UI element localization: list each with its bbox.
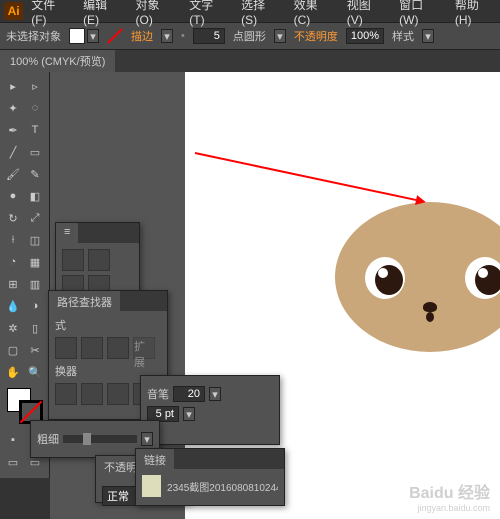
blend-tool[interactable]: ◑ (25, 296, 45, 316)
pen-tool[interactable]: ✒ (3, 120, 23, 140)
menu-edit[interactable]: 编辑(E) (77, 0, 127, 30)
selection-status: 未选择对象 (6, 28, 61, 44)
stroke-label: 描边 (131, 28, 153, 44)
symbol-tool[interactable]: ✲ (3, 318, 23, 338)
magic-wand-tool[interactable]: ✦ (3, 98, 23, 118)
artwork-mouth (426, 312, 434, 322)
brush-dropdown[interactable]: ▾ (274, 29, 286, 43)
style-dropdown[interactable]: ▾ (422, 29, 434, 43)
link-filename[interactable]: 2345截图20160808102442... (167, 479, 278, 494)
weight-dd[interactable]: ▾ (141, 432, 153, 446)
width-tool[interactable]: ⟊ (3, 230, 23, 250)
shape-mode-label: 式 (55, 317, 161, 333)
align-left[interactable] (62, 249, 84, 271)
style-label: 样式 (392, 28, 414, 44)
graph-tool[interactable]: ▯ (25, 318, 45, 338)
opacity-field[interactable]: 100% (346, 28, 384, 44)
weight-slider[interactable] (63, 435, 137, 443)
slice-tool[interactable]: ✂ (25, 340, 45, 360)
artwork-eye-right (465, 257, 500, 299)
screen-mode[interactable]: ▭ (3, 452, 23, 472)
document-tabs: 100% (CMYK/预览) (0, 50, 500, 72)
menu-object[interactable]: 对象(O) (130, 0, 182, 30)
toolbox: ▸▹ ✦◌ ✒T ╱▭ 🖌✎ ●◧ ↻⤢ ⟊◫ ◔▦ ⊞▥ 💧◑ ✲▯ ▢✂ ✋… (0, 72, 50, 478)
menu-file[interactable]: 文件(F) (25, 0, 75, 30)
eyedropper-tool[interactable]: 💧 (3, 296, 23, 316)
gradient-tool[interactable]: ▥ (25, 274, 45, 294)
line-tool[interactable]: ╱ (3, 142, 23, 162)
annotation-arrow (195, 152, 420, 202)
watermark: Baidu 经验 jingyan.baidu.com (409, 479, 490, 513)
link-thumbnail (142, 475, 161, 497)
intersect[interactable] (107, 337, 129, 359)
mesh-tool[interactable]: ⊞ (3, 274, 23, 294)
fill-stroke-indicator[interactable] (7, 388, 43, 424)
artboard-tool[interactable]: ▢ (3, 340, 23, 360)
menu-effect[interactable]: 效果(C) (288, 0, 339, 30)
trim[interactable] (81, 383, 103, 405)
eraser-tool[interactable]: ◧ (25, 186, 45, 206)
scale-tool[interactable]: ⤢ (25, 208, 45, 228)
artwork-eye-left (365, 257, 405, 299)
weight-label: 粗细 (37, 431, 59, 447)
artwork-nose (423, 302, 437, 312)
lasso-tool[interactable]: ◌ (25, 98, 45, 118)
divide[interactable] (55, 383, 77, 405)
menu-help[interactable]: 帮助(H) (449, 0, 500, 30)
blob-tool[interactable]: ● (3, 186, 23, 206)
links-panel[interactable]: 链接 2345截图20160808102442... (135, 448, 285, 506)
direct-select-tool[interactable]: ▹ (25, 76, 45, 96)
menu-bar: Ai 文件(F) 编辑(E) 对象(O) 文字(T) 选择(S) 效果(C) 视… (0, 0, 500, 22)
expand-btn[interactable]: 扩展 (133, 337, 155, 359)
menu-text[interactable]: 文字(T) (183, 0, 233, 30)
artwork-character[interactable] (335, 202, 500, 352)
limit-dd[interactable]: ▾ (183, 407, 195, 421)
stroke-swatch[interactable] (107, 28, 123, 44)
stroke-panel[interactable]: 音笔 20 ▾ 5 pt ▾ (140, 375, 280, 445)
menu-select[interactable]: 选择(S) (235, 0, 285, 30)
perspective-tool[interactable]: ▦ (25, 252, 45, 272)
corner-value[interactable]: 20 (173, 386, 205, 402)
pathfinder-tab[interactable]: 路径查找器 (49, 291, 120, 311)
type-tool[interactable]: T (25, 120, 45, 140)
corner-label: 音笔 (147, 386, 169, 402)
free-transform-tool[interactable]: ◫ (25, 230, 45, 250)
align-tab[interactable]: ≡ (56, 223, 78, 243)
shape-builder-tool[interactable]: ◔ (3, 252, 23, 272)
rectangle-tool[interactable]: ▭ (25, 142, 45, 162)
selection-tool[interactable]: ▸ (3, 76, 23, 96)
color-mode[interactable]: ▪ (3, 430, 23, 450)
document-tab[interactable]: 100% (CMYK/预览) (0, 50, 115, 72)
point-value-field[interactable]: 5 (193, 28, 225, 44)
stroke-weight-dropdown[interactable]: ▾ (161, 29, 173, 43)
brush-tool[interactable]: 🖌 (3, 164, 23, 184)
align-center[interactable] (88, 249, 110, 271)
rotate-tool[interactable]: ↻ (3, 208, 23, 228)
point-unit: 点圆形 (233, 28, 266, 44)
pencil-tool[interactable]: ✎ (25, 164, 45, 184)
minus-front[interactable] (81, 337, 103, 359)
menu-window[interactable]: 窗口(W) (393, 0, 447, 30)
corner-dd[interactable]: ▾ (209, 387, 221, 401)
hand-tool[interactable]: ✋ (3, 362, 23, 382)
opacity-label: 不透明度 (294, 28, 338, 44)
merge[interactable] (107, 383, 129, 405)
fill-swatch[interactable] (69, 28, 85, 44)
zoom-tool[interactable]: 🔍 (25, 362, 45, 382)
links-tab[interactable]: 链接 (136, 449, 174, 469)
unite[interactable] (55, 337, 77, 359)
app-logo: Ai (4, 2, 23, 20)
menu-view[interactable]: 视图(V) (341, 0, 391, 30)
fill-dropdown[interactable]: ▾ (87, 29, 99, 43)
